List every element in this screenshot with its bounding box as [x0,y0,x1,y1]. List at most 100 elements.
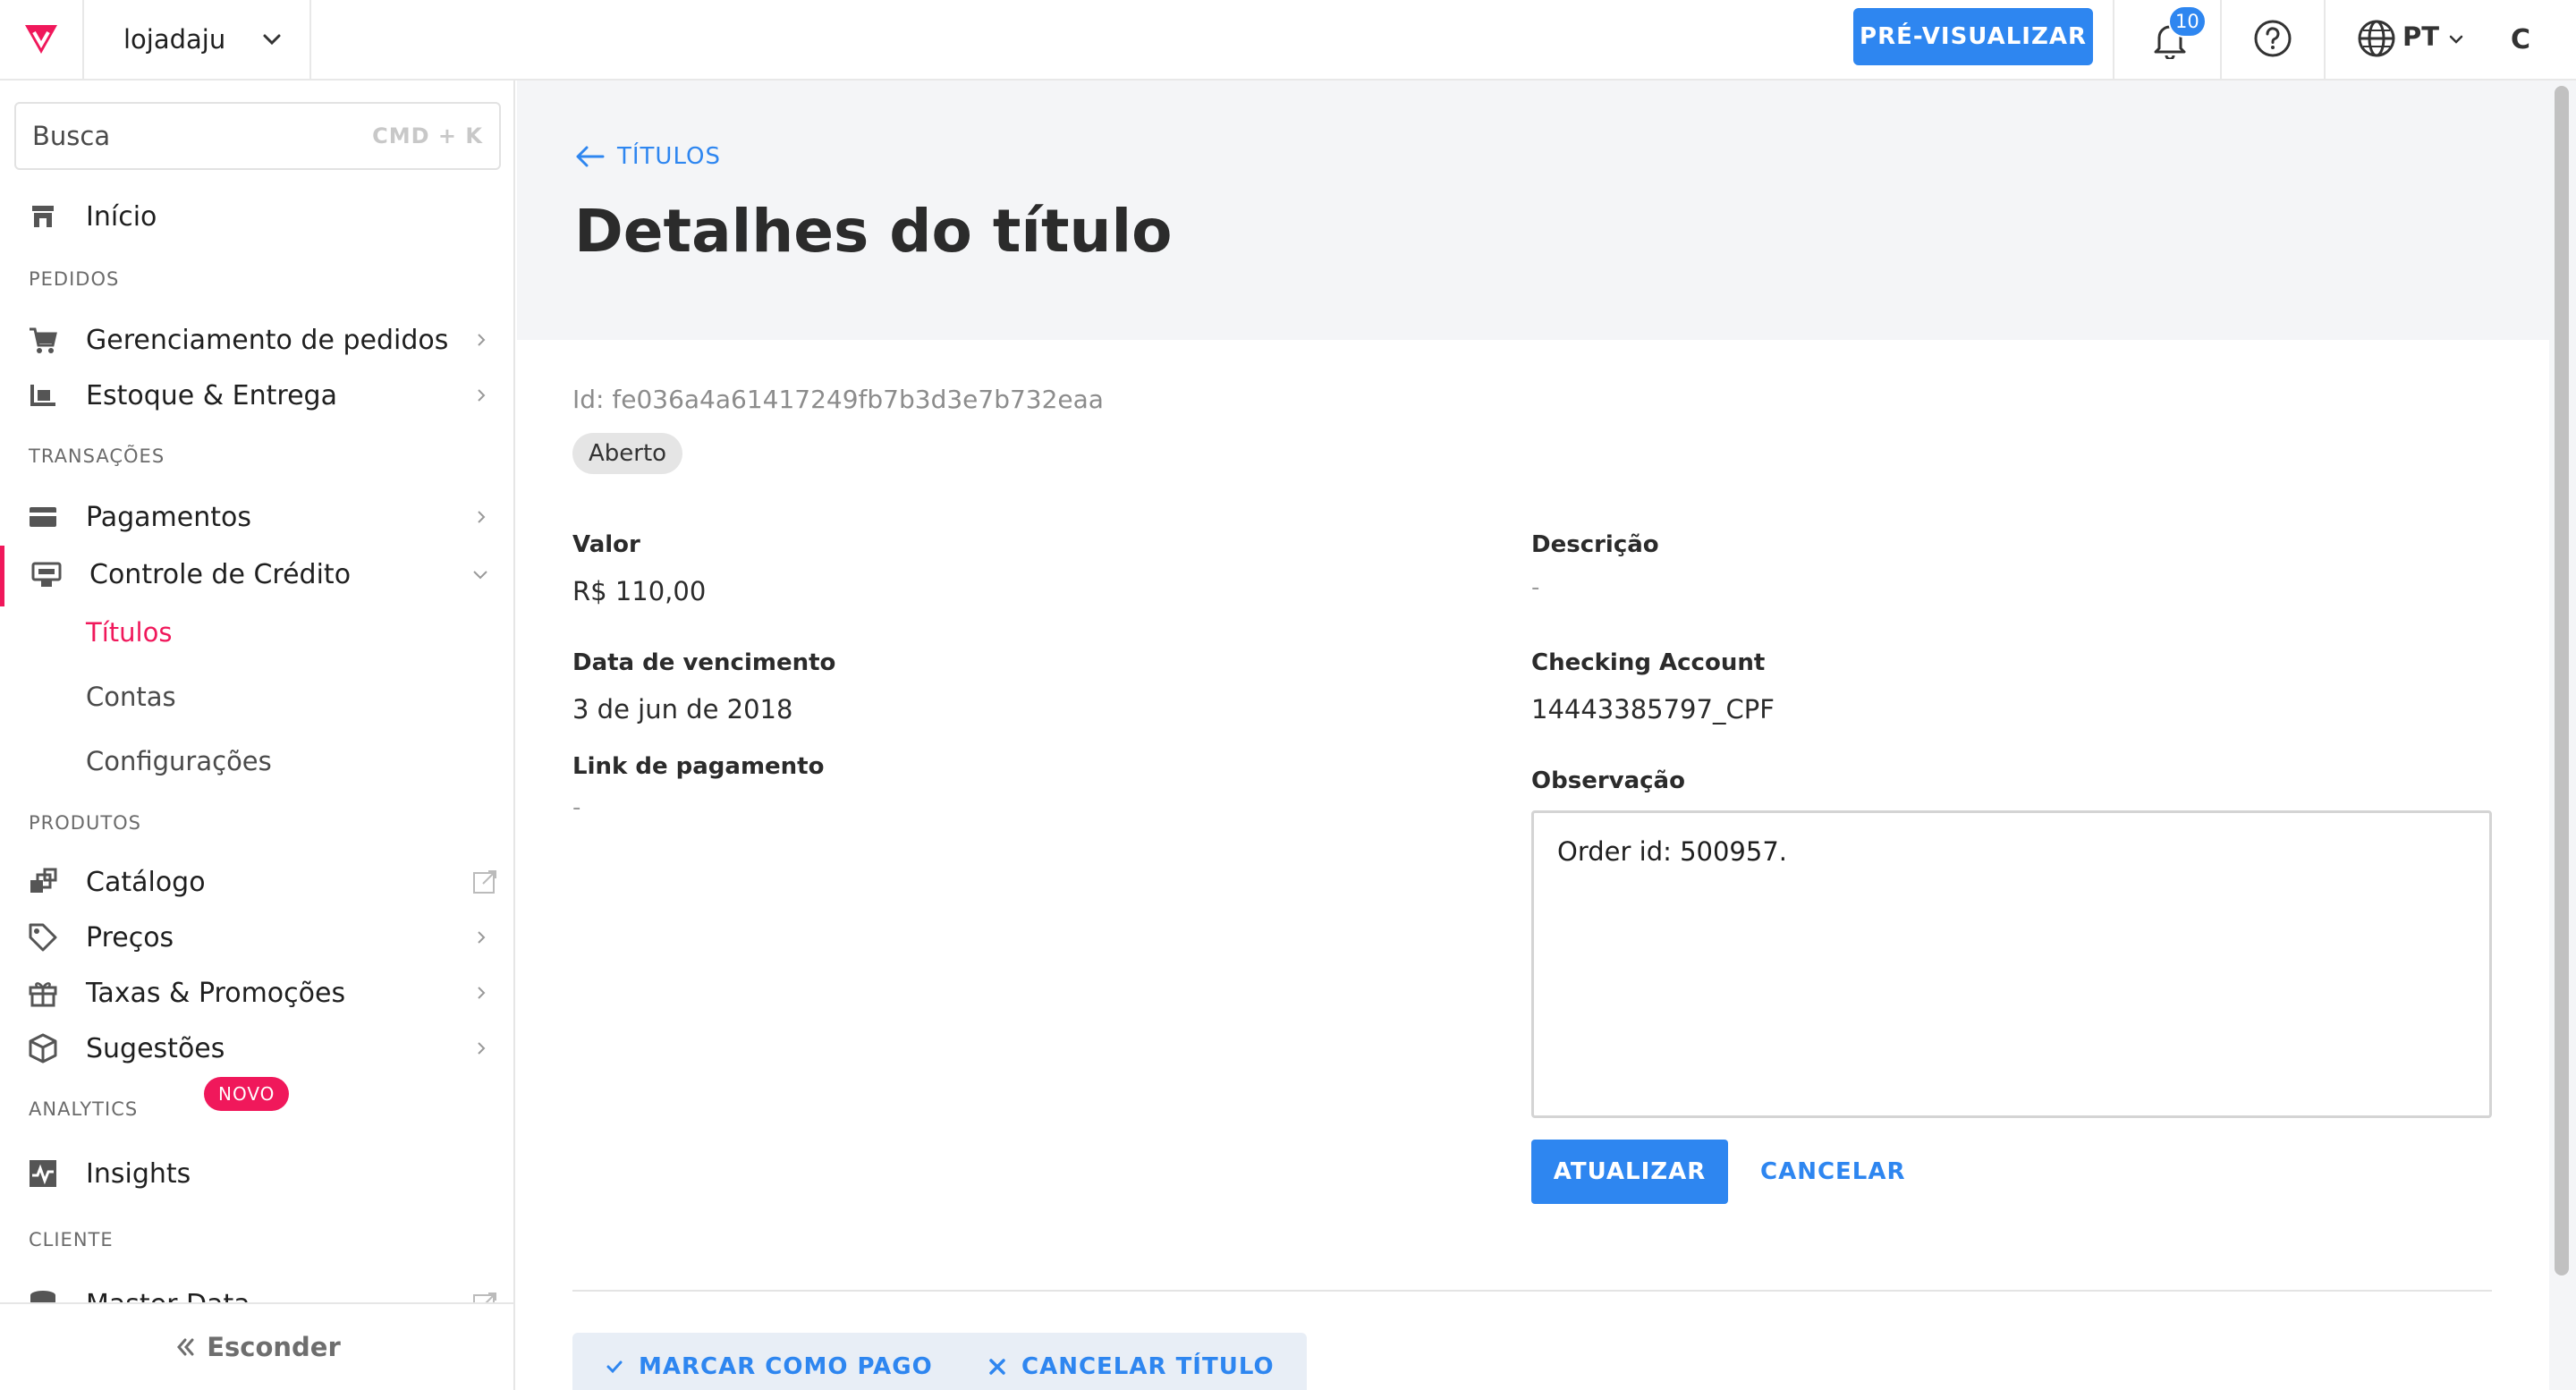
vtex-logo-icon [25,25,57,54]
divider [2220,0,2222,79]
sidebar-item-inventory[interactable]: Estoque & Entrega [0,369,513,422]
chevron-down-icon [263,34,281,46]
page-title: Detalhes do título [574,197,1173,266]
chevron-right-icon [478,389,486,402]
checking-account-label: Checking Account [1531,649,1766,676]
update-button[interactable]: ATUALIZAR [1531,1140,1728,1204]
vtex-logo[interactable] [0,0,84,79]
sidebar-item-label: Gerenciamento de pedidos [86,324,449,356]
cart-icon [30,327,57,353]
checking-account-value: 14443385797_CPF [1531,694,1775,725]
sidebar: Busca CMD + K Início PEDIDOS Gerenciamen… [0,81,515,1390]
sidebar-item-home[interactable]: Início [0,190,513,243]
chevron-down-icon [473,571,487,580]
arrow-left-icon [576,146,605,167]
chart-icon [30,1160,56,1187]
close-icon [989,1359,1005,1375]
valor-value: R$ 110,00 [572,576,707,606]
observation-label: Observação [1531,767,1685,794]
sidebar-item-prices[interactable]: Preços [0,911,513,964]
section-label-cliente: CLIENTE [29,1229,114,1250]
store-name: lojadaju [123,24,226,55]
credit-icon [31,562,62,587]
main-content: TÍTULOS Detalhes do título Id: fe036a4a6… [517,81,2549,1390]
double-chevron-left-icon [177,1338,194,1356]
new-badge: NOVO [204,1077,290,1111]
catalog-icon [30,868,57,893]
sidebar-item-orders[interactable]: Gerenciamento de pedidos [0,313,513,367]
observation-textarea[interactable]: Order id: 500957. [1531,810,2492,1118]
language-label[interactable]: PT [2402,21,2439,52]
card-icon [30,507,56,527]
store-selector[interactable]: lojadaju [84,0,311,79]
divider [2324,0,2326,79]
back-link-label: TÍTULOS [617,143,721,170]
check-icon [606,1360,623,1374]
chevron-right-icon [478,1042,486,1055]
sidebar-item-credit-control[interactable]: Controle de Crédito [0,547,513,601]
scrollbar-thumb[interactable] [2555,86,2569,1276]
search-input[interactable]: Busca CMD + K [14,102,501,170]
sidebar-item-payments[interactable]: Pagamentos [0,490,513,544]
due-date-value: 3 de jun de 2018 [572,694,793,725]
section-label-pedidos: PEDIDOS [29,268,120,290]
chevron-right-icon [478,334,486,346]
description-value: - [1531,574,1540,601]
section-label-analytics: ANALYTICS [29,1098,139,1120]
sidebar-item-suggestions[interactable]: Sugestões [0,1021,513,1075]
sidebar-item-label: Catálogo [86,866,206,898]
external-link-icon [473,870,496,894]
sidebar-item-label: Insights [86,1157,191,1190]
sidebar-item-label: Início [86,200,157,233]
box-icon [29,1033,57,1064]
help-icon[interactable] [2252,18,2293,59]
divider [572,1290,2492,1292]
sidebar-item-label: Pagamentos [86,501,251,533]
sidebar-subitem-settings[interactable]: Configurações [86,746,272,776]
section-label-produtos: PRODUTOS [29,812,142,834]
top-bar: lojadaju PRÉ-VISUALIZAR 10 PT C [0,0,2576,81]
section-label-transacoes: TRANSAÇÕES [29,445,165,467]
notification-badge: 10 [2168,5,2207,38]
valor-label: Valor [572,531,640,558]
store-icon [32,206,54,227]
cancel-title-label: CANCELAR TÍTULO [1021,1353,1275,1380]
sidebar-item-label: Taxas & Promoções [86,977,346,1009]
sidebar-item-catalog[interactable]: Catálogo [0,855,513,909]
divider [2113,0,2114,79]
payment-link-value: - [572,794,581,821]
payment-link-label: Link de pagamento [572,753,825,780]
sidebar-item-promotions[interactable]: Taxas & Promoções [0,966,513,1020]
page-header: TÍTULOS Detalhes do título [517,81,2549,340]
cancel-title-button[interactable]: CANCELAR TÍTULO [955,1333,1307,1390]
search-placeholder: Busca [32,121,111,151]
hide-sidebar-label: Esconder [207,1332,341,1362]
sidebar-item-label: Preços [86,921,174,954]
sidebar-item-insights[interactable]: Insights [0,1147,513,1200]
due-date-label: Data de vencimento [572,649,836,676]
search-shortcut: CMD + K [372,123,483,148]
sidebar-subitem-titles[interactable]: Títulos [86,617,172,648]
hide-sidebar-button[interactable]: Esconder [0,1302,513,1390]
tag-icon [29,923,57,952]
sidebar-item-label: Estoque & Entrega [86,379,337,411]
chevron-right-icon [478,987,486,999]
back-link[interactable]: TÍTULOS [574,143,721,170]
title-id: Id: fe036a4a61417249fb7b3d3e7b732eaa [572,385,1104,414]
sidebar-item-label: Sugestões [86,1032,225,1064]
chevron-right-icon [478,511,486,523]
status-badge: Aberto [572,433,683,474]
description-label: Descrição [1531,531,1659,558]
sidebar-subitem-accounts[interactable]: Contas [86,682,176,712]
globe-icon[interactable] [2356,18,2397,59]
inventory-icon [30,385,55,406]
mark-paid-button[interactable]: MARCAR COMO PAGO [572,1333,965,1390]
chevron-right-icon [478,931,486,944]
cancel-button[interactable]: CANCELAR [1760,1140,1906,1204]
chevron-down-icon [2449,35,2463,44]
mark-paid-label: MARCAR COMO PAGO [639,1353,933,1380]
sidebar-item-label: Controle de Crédito [89,558,352,590]
preview-button[interactable]: PRÉ-VISUALIZAR [1853,8,2093,65]
avatar[interactable]: C [2497,16,2544,63]
gift-icon [29,982,57,1007]
